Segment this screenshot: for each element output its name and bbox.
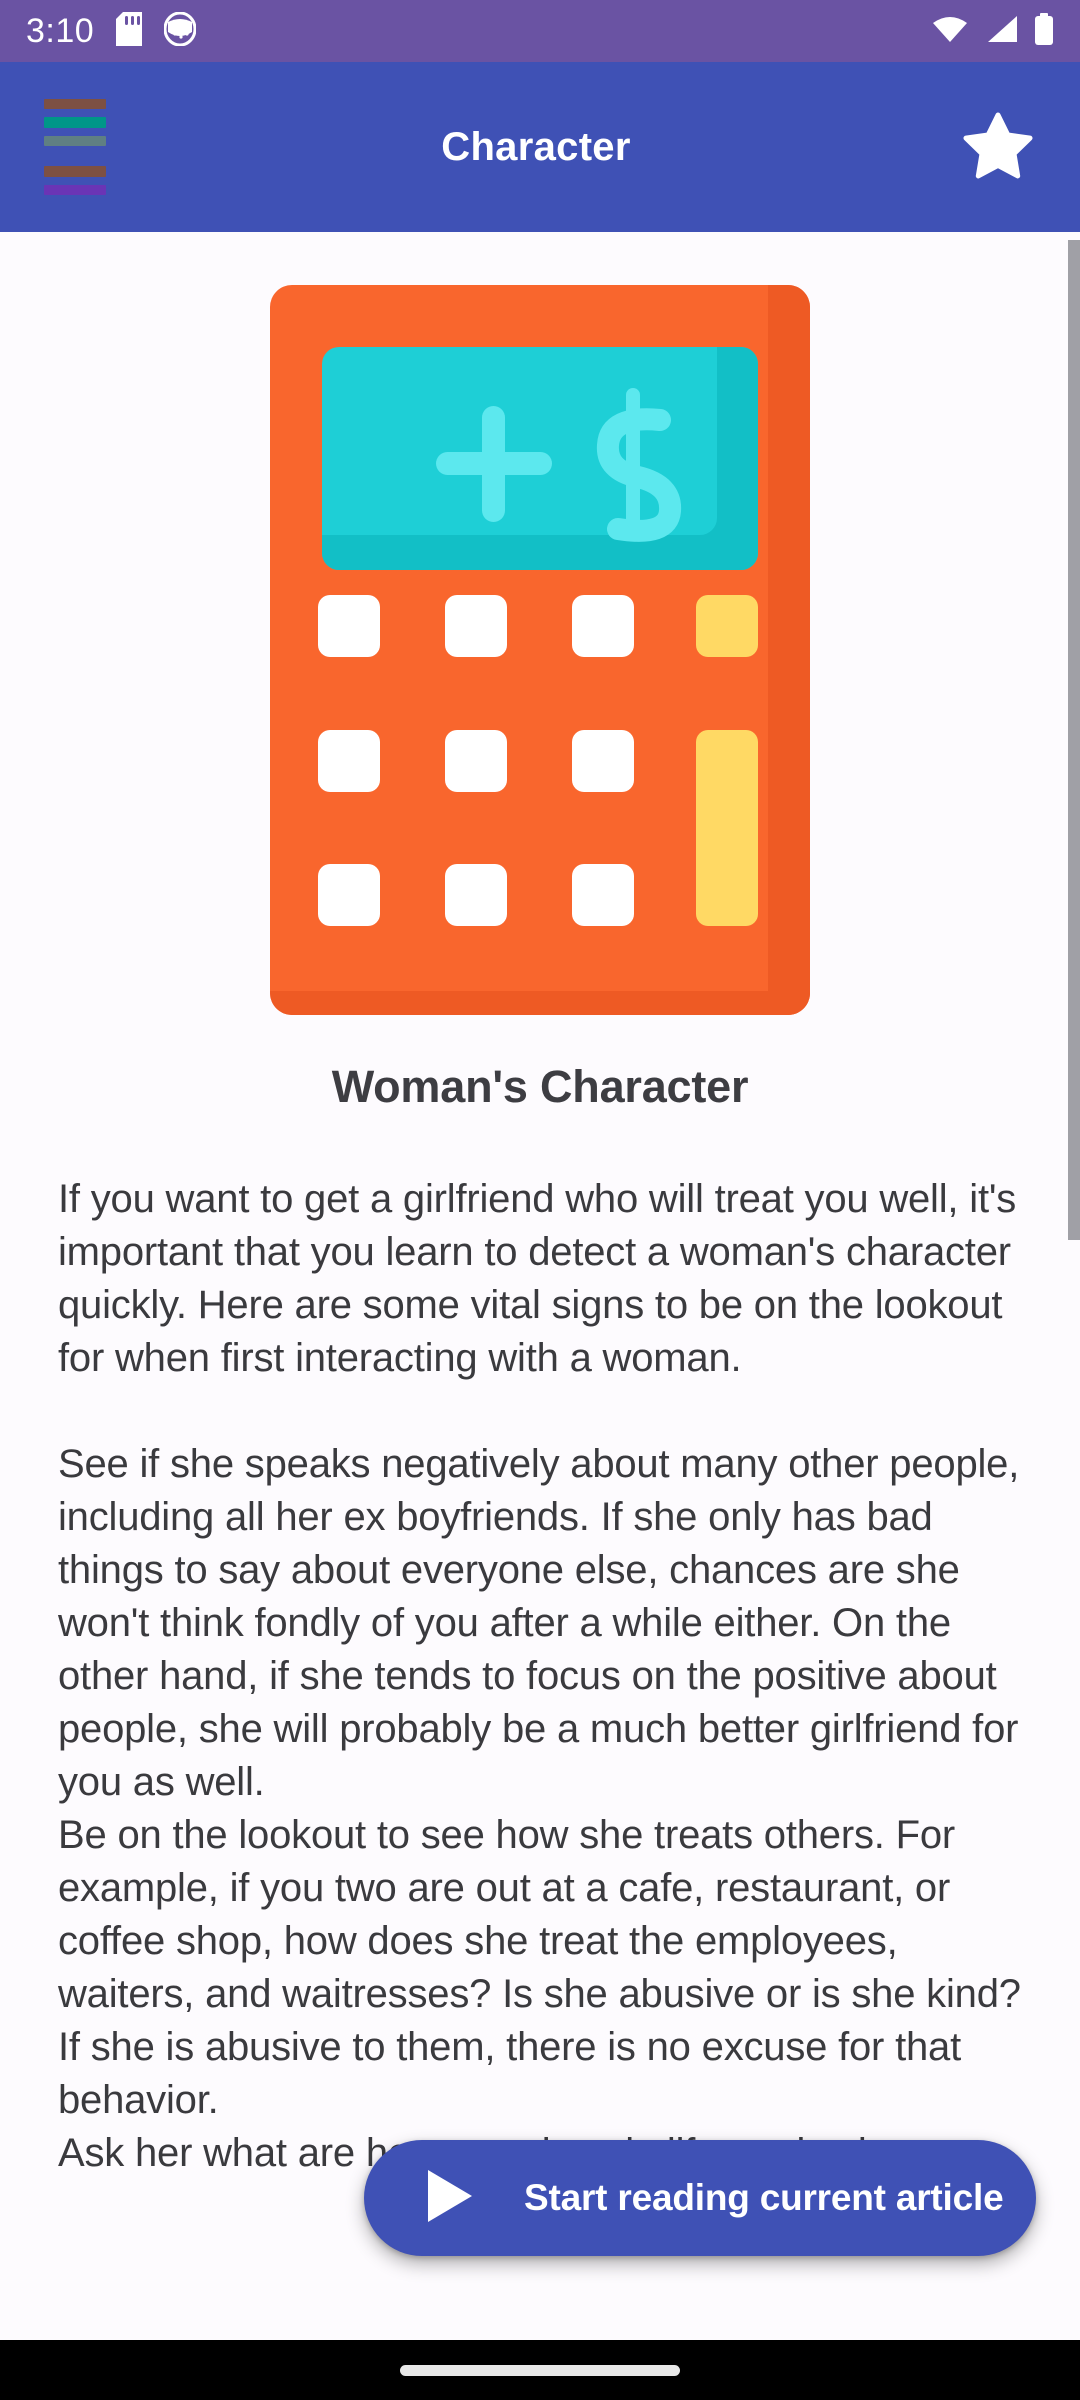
cellular-signal-icon bbox=[984, 15, 1018, 48]
play-triangle-icon bbox=[424, 2167, 476, 2230]
article-title: Woman's Character bbox=[331, 1061, 749, 1112]
hamburger-bar-4 bbox=[44, 166, 106, 177]
hamburger-bar-2 bbox=[44, 117, 106, 128]
status-clock: 3:10 bbox=[26, 12, 95, 50]
battery-icon bbox=[1034, 12, 1054, 50]
system-navigation-bar bbox=[0, 2340, 1080, 2400]
hamburger-bar-1 bbox=[44, 99, 106, 110]
article-body: If you want to get a girlfriend who will… bbox=[0, 1173, 1080, 2180]
article-paragraph: If you want to get a girlfriend who will… bbox=[58, 1177, 1017, 1380]
vertical-scrollbar[interactable] bbox=[1068, 232, 1080, 2340]
page-title: Character bbox=[441, 124, 631, 169]
phone-screen: 3:10 Character Woman's Character If you … bbox=[0, 0, 1080, 2400]
article-image-container bbox=[0, 232, 1080, 1015]
hamburger-bar-3 bbox=[44, 135, 106, 147]
gesture-home-handle[interactable] bbox=[400, 2364, 680, 2376]
calculator-illustration bbox=[270, 285, 810, 1015]
start-reading-button[interactable]: Start reading current article bbox=[364, 2140, 1036, 2256]
article-paragraph: See if she speaks negatively about many … bbox=[58, 1442, 1021, 2175]
hamburger-menu-icon[interactable] bbox=[34, 99, 130, 195]
wifi-icon bbox=[932, 15, 968, 48]
article-scroll-container[interactable]: Woman's Character If you want to get a g… bbox=[0, 232, 1080, 2340]
app-notification-icon bbox=[163, 11, 197, 51]
star-filled-icon[interactable] bbox=[950, 99, 1046, 195]
hamburger-bar-5 bbox=[44, 184, 106, 195]
app-bar: Character bbox=[0, 62, 1080, 232]
sd-card-icon bbox=[116, 11, 143, 51]
scrollbar-thumb[interactable] bbox=[1068, 240, 1080, 1240]
status-bar-left: 3:10 bbox=[26, 11, 932, 51]
status-bar: 3:10 bbox=[0, 0, 1080, 62]
status-bar-right bbox=[932, 12, 1054, 50]
start-reading-label: Start reading current article bbox=[524, 2177, 1004, 2218]
